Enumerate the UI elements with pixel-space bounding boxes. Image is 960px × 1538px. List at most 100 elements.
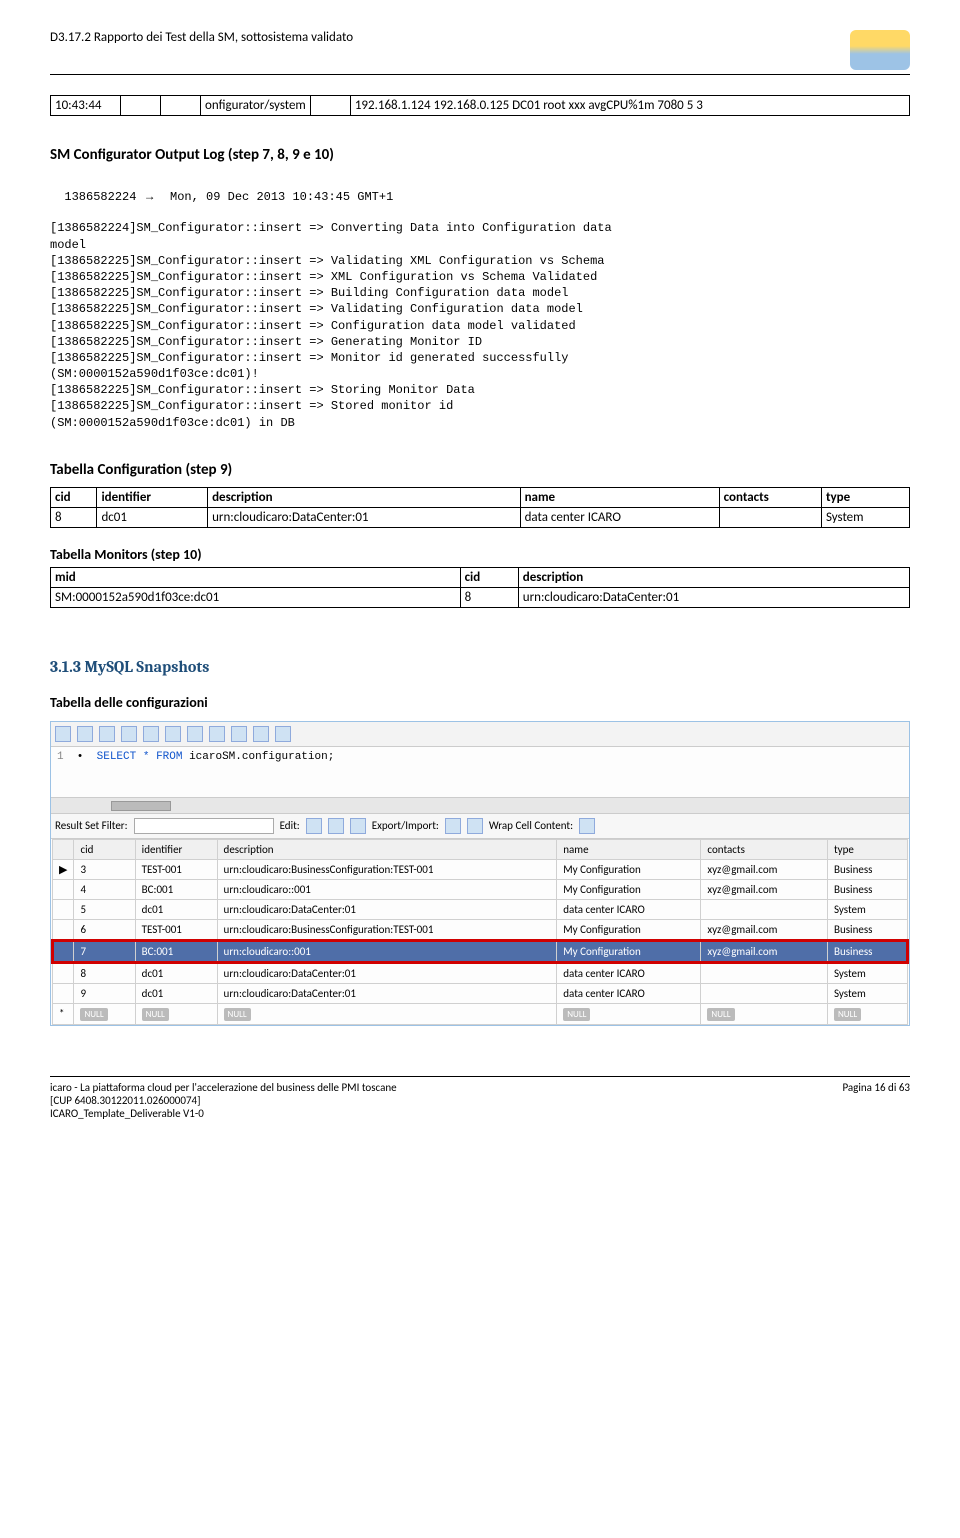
cell[interactable]: data center ICARO xyxy=(557,899,701,919)
beautify-icon[interactable] xyxy=(231,726,247,742)
page-footer: icaro - La piattaforma cloud per l'accel… xyxy=(50,1076,910,1120)
save-icon[interactable] xyxy=(77,726,93,742)
cell-null[interactable]: NULL xyxy=(135,1003,217,1024)
cell[interactable]: System xyxy=(827,983,907,1003)
cell[interactable]: dc01 xyxy=(135,962,217,983)
cell[interactable]: urn:cloudicaro:BusinessConfiguration:TES… xyxy=(217,919,557,940)
section-title-output-log: SM Configurator Output Log (step 7, 8, 9… xyxy=(50,146,910,164)
table-row[interactable]: 8dc01urn:cloudicaro:DataCenter:01data ce… xyxy=(53,962,908,983)
col-marker xyxy=(53,839,74,859)
cell[interactable]: dc01 xyxy=(135,899,217,919)
cell[interactable] xyxy=(701,899,828,919)
cell[interactable]: BC:001 xyxy=(135,879,217,899)
execute-icon[interactable] xyxy=(99,726,115,742)
cell-message: 192.168.1.124 192.168.0.125 DC01 root xx… xyxy=(350,96,909,116)
filter-input[interactable] xyxy=(134,818,274,834)
cell[interactable]: My Configuration xyxy=(557,940,701,962)
import-icon[interactable] xyxy=(467,818,483,834)
sql-toolbar xyxy=(51,722,909,747)
cell[interactable]: Business xyxy=(827,859,907,879)
cell[interactable]: 6 xyxy=(74,919,135,940)
result-grid[interactable]: cid identifier description name contacts… xyxy=(51,839,909,1025)
table-row: 8 dc01 urn:cloudicaro:DataCenter:01 data… xyxy=(51,507,910,527)
edit-row-icon[interactable] xyxy=(350,818,366,834)
cell[interactable] xyxy=(701,983,828,1003)
filter-label: Result Set Filter: xyxy=(55,819,128,832)
cell[interactable]: 8 xyxy=(74,962,135,983)
sql-editor-line[interactable]: 1 • SELECT * FROM icaroSM.configuration; xyxy=(51,747,909,767)
cell[interactable]: xyz@gmail.com xyxy=(701,859,828,879)
timestamp-conversion-line: 1386582224 → Mon, 09 Dec 2013 10:43:45 G… xyxy=(50,172,910,205)
cell[interactable]: System xyxy=(827,962,907,983)
search-icon[interactable] xyxy=(253,726,269,742)
explain-icon[interactable] xyxy=(143,726,159,742)
cell[interactable]: urn:cloudicaro::001 xyxy=(217,940,557,962)
limit-icon[interactable] xyxy=(275,726,291,742)
cell[interactable]: System xyxy=(827,899,907,919)
cell-null[interactable]: NULL xyxy=(74,1003,135,1024)
stop-icon[interactable] xyxy=(165,726,181,742)
cell[interactable]: urn:cloudicaro:BusinessConfiguration:TES… xyxy=(217,859,557,879)
table-row[interactable]: 6TEST-001urn:cloudicaro:BusinessConfigur… xyxy=(53,919,908,940)
rollback-icon[interactable] xyxy=(209,726,225,742)
execute-step-icon[interactable] xyxy=(121,726,137,742)
table-row[interactable]: 9dc01urn:cloudicaro:DataCenter:01data ce… xyxy=(53,983,908,1003)
cell-null[interactable]: NULL xyxy=(701,1003,828,1024)
cell[interactable]: data center ICARO xyxy=(557,983,701,1003)
edit-grid-icon[interactable] xyxy=(328,818,344,834)
cell[interactable]: Business xyxy=(827,919,907,940)
cell[interactable]: 9 xyxy=(74,983,135,1003)
cell[interactable]: xyz@gmail.com xyxy=(701,879,828,899)
wrap-label: Wrap Cell Content: xyxy=(489,819,573,832)
page-number: Pagina 16 di 63 xyxy=(842,1081,910,1120)
export-icon[interactable] xyxy=(445,818,461,834)
cell-null[interactable]: NULL xyxy=(557,1003,701,1024)
table-row[interactable]: 5dc01urn:cloudicaro:DataCenter:01data ce… xyxy=(53,899,908,919)
heading-mysql-snapshots: 3.1.3 MySQL Snapshots xyxy=(50,658,910,676)
cell[interactable]: My Configuration xyxy=(557,879,701,899)
table-row[interactable]: ▶3TEST-001urn:cloudicaro:BusinessConfigu… xyxy=(53,859,908,879)
cell[interactable]: My Configuration xyxy=(557,859,701,879)
cell[interactable]: 4 xyxy=(74,879,135,899)
cell[interactable] xyxy=(701,962,828,983)
section-title-config: Tabella Configuration (step 9) xyxy=(50,461,910,479)
cell-null[interactable]: NULL xyxy=(217,1003,557,1024)
cell[interactable]: urn:cloudicaro:DataCenter:01 xyxy=(217,962,557,983)
cell[interactable]: data center ICARO xyxy=(557,962,701,983)
cell[interactable]: 7 xyxy=(74,940,135,962)
col-cid: cid xyxy=(460,567,518,587)
cell[interactable]: Business xyxy=(827,940,907,962)
cell[interactable]: dc01 xyxy=(135,983,217,1003)
cell: 8 xyxy=(51,507,97,527)
cell[interactable]: urn:cloudicaro::001 xyxy=(217,879,557,899)
table-row-new[interactable]: *NULLNULLNULLNULLNULLNULL xyxy=(53,1003,908,1024)
section-title-monitors: Tabella Monitors (step 10) xyxy=(50,546,910,563)
wrap-icon[interactable] xyxy=(579,818,595,834)
scrollbar-thumb[interactable] xyxy=(111,801,171,811)
horizontal-scrollbar[interactable] xyxy=(51,797,909,813)
cell[interactable]: xyz@gmail.com xyxy=(701,919,828,940)
cell: data center ICARO xyxy=(520,507,719,527)
cell[interactable]: 5 xyxy=(74,899,135,919)
cell[interactable]: 3 xyxy=(74,859,135,879)
col-cid: cid xyxy=(74,839,135,859)
cell[interactable]: My Configuration xyxy=(557,919,701,940)
cell-null[interactable]: NULL xyxy=(827,1003,907,1024)
cell[interactable]: TEST-001 xyxy=(135,919,217,940)
col-type: type xyxy=(827,839,907,859)
row-marker xyxy=(53,983,74,1003)
col-cid: cid xyxy=(51,487,97,507)
cell[interactable]: urn:cloudicaro:DataCenter:01 xyxy=(217,899,557,919)
col-identifier: identifier xyxy=(97,487,208,507)
commit-icon[interactable] xyxy=(187,726,203,742)
cell[interactable]: urn:cloudicaro:DataCenter:01 xyxy=(217,983,557,1003)
cell[interactable]: xyz@gmail.com xyxy=(701,940,828,962)
cell[interactable]: BC:001 xyxy=(135,940,217,962)
cell[interactable]: Business xyxy=(827,879,907,899)
edit-icon[interactable] xyxy=(306,818,322,834)
cell[interactable]: TEST-001 xyxy=(135,859,217,879)
cell: 8 xyxy=(460,587,518,607)
open-icon[interactable] xyxy=(55,726,71,742)
table-row[interactable]: 7BC:001urn:cloudicaro::001My Configurati… xyxy=(53,940,908,962)
table-row[interactable]: 4BC:001urn:cloudicaro::001My Configurati… xyxy=(53,879,908,899)
